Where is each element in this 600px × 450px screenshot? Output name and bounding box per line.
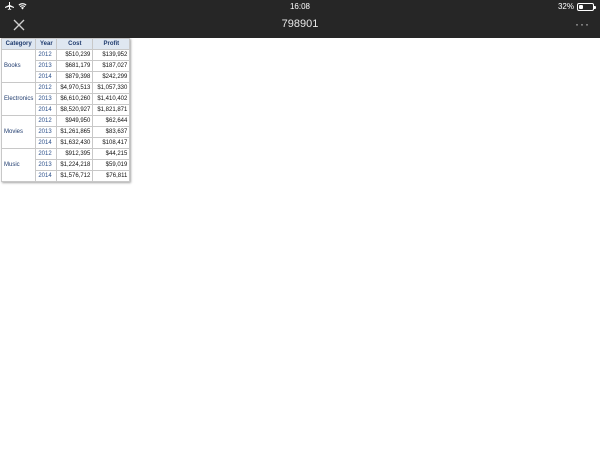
profit-cell[interactable]: $242,299 xyxy=(92,71,131,83)
nav-bar: 798901 ··· xyxy=(0,14,600,38)
profit-cell[interactable]: $108,417 xyxy=(92,137,131,149)
year-cell[interactable]: 2013 xyxy=(35,60,58,72)
battery-percent: 32% xyxy=(557,2,574,11)
profit-cell[interactable]: $76,811 xyxy=(92,170,131,182)
year-cell[interactable]: 2014 xyxy=(35,71,58,83)
header-row: Category Year Cost Profit xyxy=(0,38,131,50)
table-row: Electronics 2012 $4,970,513 $1,057,330 xyxy=(0,82,131,116)
year-cell[interactable]: 2012 xyxy=(35,148,58,160)
battery-fill xyxy=(579,4,584,9)
battery-icon xyxy=(577,2,596,11)
table-row: Books 2012 $510,239 $139,952 xyxy=(0,49,131,83)
cost-cell[interactable]: $6,610,260 xyxy=(56,93,94,105)
profit-cell[interactable]: $62,644 xyxy=(92,115,131,127)
profit-cell[interactable]: $1,057,330 xyxy=(92,82,131,94)
year-cell[interactable]: 2013 xyxy=(35,93,58,105)
year-cell[interactable]: 2012 xyxy=(35,115,58,127)
more-options-button[interactable]: ··· xyxy=(575,17,590,31)
profit-cell[interactable]: $83,637 xyxy=(92,126,131,138)
category-cell[interactable]: Movies xyxy=(0,115,37,149)
column-header-category[interactable]: Category xyxy=(0,38,37,50)
status-bar: 16:08 32% xyxy=(0,0,600,14)
profit-cell[interactable]: $1,821,871 xyxy=(92,104,131,116)
category-cell[interactable]: Music xyxy=(0,148,37,182)
year-cell[interactable]: 2012 xyxy=(35,82,58,94)
status-right: 32% xyxy=(557,2,596,11)
profit-cell[interactable]: $44,215 xyxy=(92,148,131,160)
cost-cell[interactable]: $1,261,865 xyxy=(56,126,94,138)
year-cell[interactable]: 2014 xyxy=(35,137,58,149)
cost-cell[interactable]: $912,395 xyxy=(56,148,94,160)
year-cell[interactable]: 2012 xyxy=(35,49,58,61)
profit-cell[interactable]: $139,952 xyxy=(92,49,131,61)
profit-cell[interactable]: $59,019 xyxy=(92,159,131,171)
category-cell[interactable]: Books xyxy=(0,49,37,83)
cost-cell[interactable]: $4,970,513 xyxy=(56,82,94,94)
table-row: Movies 2012 $949,950 $62,644 xyxy=(0,115,131,149)
cost-cell[interactable]: $879,398 xyxy=(56,71,94,83)
cost-cell[interactable]: $681,179 xyxy=(56,60,94,72)
year-cell[interactable]: 2013 xyxy=(35,159,58,171)
category-cell[interactable]: Electronics xyxy=(0,82,37,116)
cost-cell[interactable]: $1,632,430 xyxy=(56,137,94,149)
cost-cell[interactable]: $1,224,218 xyxy=(56,159,94,171)
status-time: 16:08 xyxy=(289,2,311,11)
cost-cell[interactable]: $1,576,712 xyxy=(56,170,94,182)
cost-cell[interactable]: $8,520,927 xyxy=(56,104,94,116)
cost-cell[interactable]: $510,239 xyxy=(56,49,94,61)
table-row: Music 2012 $912,395 $44,215 xyxy=(0,148,131,182)
year-cell[interactable]: 2014 xyxy=(35,170,58,182)
cost-cell[interactable]: $949,950 xyxy=(56,115,94,127)
profit-cell[interactable]: $187,027 xyxy=(92,60,131,72)
report-container: Category Year Cost Profit Books 2012 $510,… xyxy=(0,38,131,182)
year-cell[interactable]: 2014 xyxy=(35,104,58,116)
table-body: Books 2012 $510,239 $139,952 2013 $681,179 $18… xyxy=(0,49,131,182)
column-header-profit[interactable]: Profit xyxy=(92,38,131,50)
year-cell[interactable]: 2013 xyxy=(35,126,58,138)
page-title: 798901 xyxy=(281,18,319,30)
profit-cell[interactable]: $1,410,402 xyxy=(92,93,131,105)
column-header-year[interactable]: Year xyxy=(35,38,58,50)
report-table: Category Year Cost Profit Books 2012 $510,… xyxy=(0,38,131,182)
column-header-cost[interactable]: Cost xyxy=(56,38,94,50)
